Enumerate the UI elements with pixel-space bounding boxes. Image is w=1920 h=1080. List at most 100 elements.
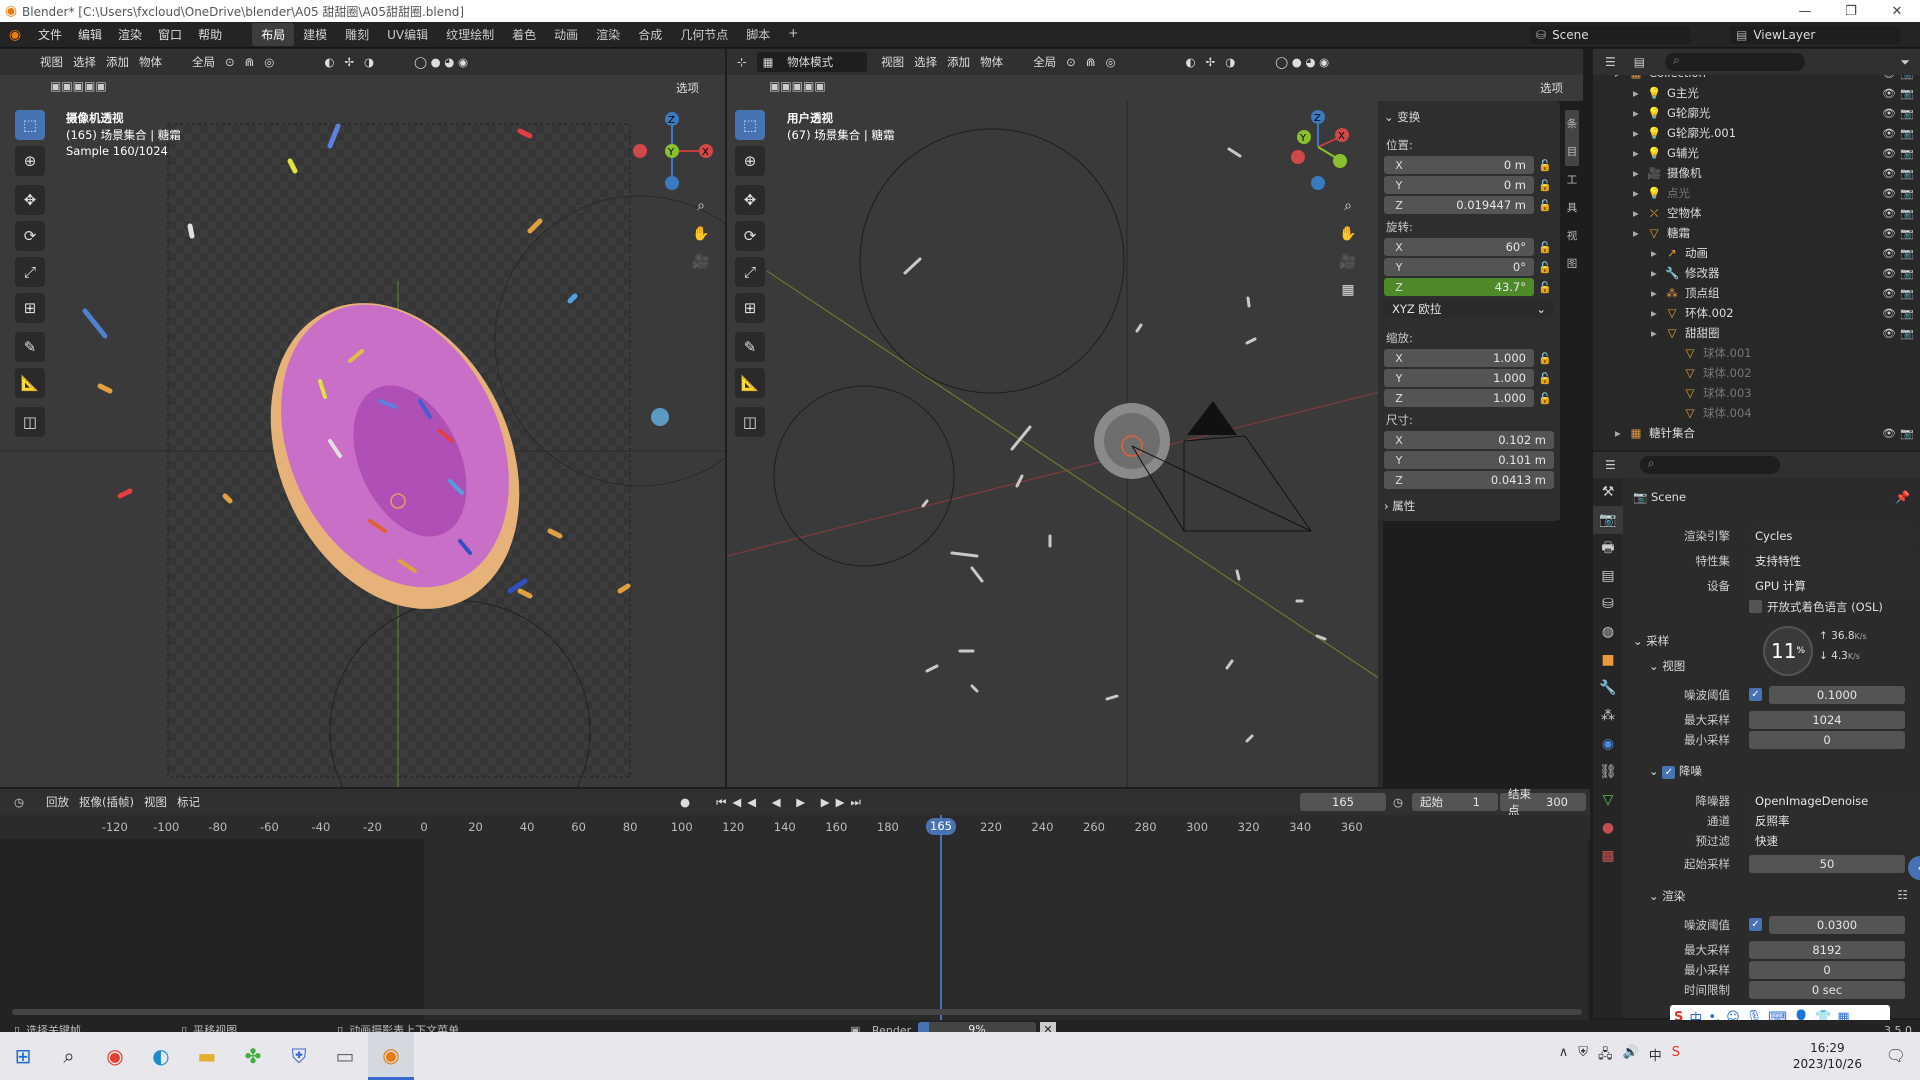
menu-help[interactable]: 帮助 — [190, 26, 230, 43]
expand-arrow-icon[interactable]: ▸ — [1633, 126, 1647, 140]
sampling-section-header[interactable]: ⌄ 采样 — [1633, 633, 1669, 649]
right-rotate-tool-icon[interactable]: ⟳ — [735, 221, 765, 251]
denoise-checkbox[interactable]: ✓ — [1662, 766, 1676, 779]
render-tab-icon[interactable]: 📷 — [1593, 506, 1623, 534]
right-camera-view-icon[interactable]: 🎥 — [1337, 251, 1359, 273]
render-visibility-icon[interactable]: 📷 — [1900, 327, 1914, 340]
close-button[interactable]: ✕ — [1874, 0, 1920, 22]
start-sample-field[interactable]: 50 — [1749, 855, 1905, 873]
constraints-tab-icon[interactable]: ⛓ — [1593, 758, 1623, 786]
render-visibility-icon[interactable]: 📷 — [1900, 167, 1914, 180]
right-transform-tool-icon[interactable]: ⊞ — [735, 293, 765, 323]
prefilter-dropdown[interactable]: 快速 — [1749, 832, 1915, 850]
right-object-mode-dropdown[interactable]: ▦ 物体模式 — [756, 52, 868, 72]
start-frame-field[interactable]: 起始 1 — [1412, 793, 1498, 811]
rotation-y-field[interactable]: Y 0° — [1384, 258, 1534, 276]
blender-menu-icon[interactable]: ◉ — [0, 27, 30, 43]
maximize-button[interactable]: ❐ — [1828, 0, 1874, 22]
render-visibility-icon[interactable]: 📷 — [1900, 227, 1914, 240]
physics-tab-icon[interactable]: ◉ — [1593, 730, 1623, 758]
playback-controls[interactable]: ⏮◀◀ ◀ ▶ ▶▶⏭ — [716, 795, 867, 810]
expand-arrow-icon[interactable]: ▸ — [1615, 426, 1629, 440]
right-zoom-icon[interactable]: ⌕ — [1337, 195, 1359, 217]
timeline-editor-type-icon[interactable]: ◷ — [14, 795, 24, 809]
select-box-tool-icon[interactable]: ⬚ — [15, 110, 45, 140]
timeline-area[interactable]: -120 -100 -80 -60 -40 -20 0 20 40 60 80 100 120 140 16… — [0, 815, 1590, 1022]
left-snap-icon[interactable]: ⋒ — [245, 55, 255, 69]
rotation-lock-icons[interactable]: 🔓 🔓 🔓 — [1538, 238, 1552, 298]
visibility-eye-icon[interactable]: 👁 — [1882, 267, 1896, 280]
right-snap-icon[interactable]: ⋒ — [1086, 55, 1096, 69]
menu-edit[interactable]: 编辑 — [70, 26, 110, 43]
search-icon[interactable]: ⌕ — [46, 1032, 92, 1080]
playhead-line[interactable] — [940, 815, 942, 1022]
dimensions-z-field[interactable]: Z 0.0413 m — [1384, 471, 1554, 489]
render-visibility-icon[interactable]: 📷 — [1900, 427, 1914, 440]
outliner-item[interactable]: ▸▦ Collection 👁 📷 — [1593, 75, 1920, 83]
viewport-min-samples-field[interactable]: 0 — [1749, 731, 1905, 749]
tool-tab-icon[interactable]: ⚒ — [1593, 478, 1623, 506]
right-move-tool-icon[interactable]: ✥ — [735, 185, 765, 215]
menu-file[interactable]: 文件 — [30, 26, 70, 43]
outliner-filter-icon[interactable]: ⏷ — [1900, 55, 1910, 70]
texture-tab-icon[interactable]: ▩ — [1593, 842, 1623, 870]
file-explorer-icon[interactable]: ▬ — [184, 1032, 230, 1080]
left-zoom-icon[interactable]: ⌕ — [690, 195, 712, 217]
left-overlay-icon[interactable]: ◑ — [364, 55, 374, 69]
system-tray[interactable]: ∧ ⛨ 🖧 🔊 中 S — [1559, 1045, 1680, 1067]
outliner-editor-type-icon[interactable]: ☰ — [1605, 55, 1616, 69]
outliner-item[interactable]: ▽ 球体.003 — [1593, 383, 1920, 403]
visibility-eye-icon[interactable]: 👁 — [1882, 307, 1896, 320]
auto-keying-icon[interactable]: ● — [680, 795, 690, 809]
right-shading-modes[interactable]: ◯ ● ◕ ◉ — [1275, 55, 1329, 69]
right-cursor-tool-icon[interactable]: ⊕ — [735, 146, 765, 176]
npanel-transform-header[interactable]: ⌄ 变换 — [1384, 109, 1420, 125]
scale-z-field[interactable]: Z 1.000 — [1384, 389, 1534, 407]
right-gizmo-icon[interactable]: ✢ — [1206, 55, 1216, 69]
expand-arrow-icon[interactable]: ▸ — [1651, 326, 1665, 340]
left-select-menu[interactable]: 选择 — [73, 54, 96, 70]
visibility-eye-icon[interactable]: 👁 — [1882, 327, 1896, 340]
right-viewport[interactable]: 用户透视 (67) 场景集合 | 糖霜 ⬚ ⊕ ✥ ⟳ ⤢ ⊞ ✎ 📐 ◫ Z … — [727, 101, 1383, 787]
right-annotate-tool-icon[interactable]: ✎ — [735, 332, 765, 362]
outliner-item[interactable]: ▸ 💡 G轮廓光.001 👁 📷 — [1593, 123, 1920, 143]
tab-sculpting[interactable]: 雕刻 — [336, 23, 378, 46]
view-layer-tab-icon[interactable]: ▤ — [1593, 562, 1623, 590]
location-z-field[interactable]: Z 0.019447 m — [1384, 196, 1534, 214]
security-shield-icon[interactable]: ⛨ — [276, 1032, 322, 1080]
blender-taskbar-icon[interactable]: ◉ — [368, 1032, 414, 1080]
outliner-item[interactable]: ▸ ⛌ 空物体 👁 📷 — [1593, 203, 1920, 223]
side-tab-tool[interactable]: 工具 — [1565, 166, 1579, 222]
view-layer-selector[interactable]: ▤ ViewLayer — [1730, 26, 1900, 44]
notification-icon[interactable]: 🗨 — [1886, 1046, 1906, 1065]
viewport-noise-threshold-checkbox[interactable]: ✓ — [1749, 688, 1762, 701]
world-tab-icon[interactable]: ◍ — [1593, 618, 1623, 646]
particles-tab-icon[interactable]: ⁂ — [1593, 702, 1623, 730]
outliner-item[interactable]: ▸ ↗ 动画 👁 📷 — [1593, 243, 1920, 263]
visibility-eye-icon[interactable]: 👁 — [1882, 75, 1896, 80]
osl-checkbox[interactable] — [1749, 600, 1762, 613]
side-tab-item[interactable]: 条目 — [1565, 110, 1579, 166]
left-object-menu[interactable]: 物体 — [139, 54, 162, 70]
left-pivot-icon[interactable]: ⊙ — [225, 55, 235, 69]
right-select-box-tool-icon[interactable]: ⬚ — [735, 110, 765, 140]
cursor-tool-icon[interactable]: ⊕ — [15, 146, 45, 176]
scene-selector[interactable]: ⛁ Scene — [1530, 26, 1690, 44]
object-tab-icon[interactable]: ■ — [1593, 646, 1623, 674]
minimize-button[interactable]: — — [1782, 0, 1828, 22]
left-gizmo-icon[interactable]: ✢ — [344, 55, 354, 69]
dimensions-x-field[interactable]: X 0.102 m — [1384, 431, 1554, 449]
render-visibility-icon[interactable]: 📷 — [1900, 187, 1914, 200]
render-min-samples-field[interactable]: 0 — [1749, 961, 1905, 979]
add-cube-tool-icon[interactable]: ◫ — [15, 407, 45, 437]
location-lock-icons[interactable]: 🔓 🔓 🔓 — [1538, 156, 1552, 216]
scale-lock-icons[interactable]: 🔓 🔓 🔓 — [1538, 349, 1552, 409]
render-visibility-icon[interactable]: 📷 — [1900, 267, 1914, 280]
viewport-noise-threshold-field[interactable]: 0.1000 — [1769, 686, 1905, 704]
visibility-eye-icon[interactable]: 👁 — [1882, 107, 1896, 120]
data-tab-icon[interactable]: ▽ — [1593, 786, 1623, 814]
left-transform-orientation[interactable]: 全局 — [192, 54, 215, 70]
expand-arrow-icon[interactable]: ▸ — [1633, 186, 1647, 200]
tab-shading[interactable]: 着色 — [503, 23, 545, 46]
properties-editor-type-icon[interactable]: ☰ — [1605, 458, 1616, 472]
